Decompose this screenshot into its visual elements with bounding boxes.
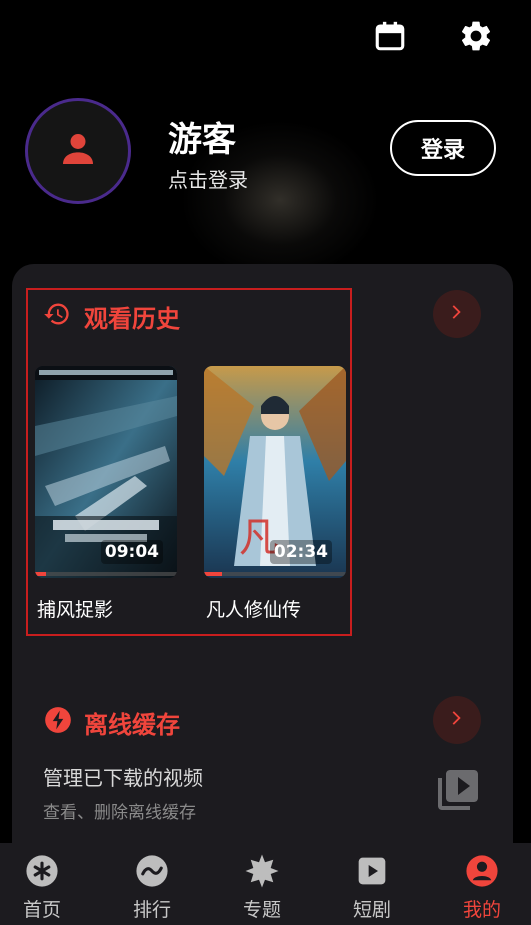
bottom-tab-bar: 首页 排行 专题 短剧 我的 bbox=[0, 843, 531, 925]
offline-title[interactable]: 离线缓存 bbox=[84, 705, 180, 740]
watch-time-badge: 02:34 bbox=[269, 540, 332, 564]
offline-more-button[interactable] bbox=[433, 696, 481, 744]
history-item-thumbnail[interactable]: 09:04 bbox=[35, 366, 177, 578]
username: 游客 bbox=[168, 120, 236, 160]
history-more-button[interactable] bbox=[433, 290, 481, 338]
history-item-title[interactable]: 凡人修仙传 bbox=[206, 595, 301, 622]
avatar[interactable] bbox=[25, 98, 131, 204]
history-item-thumbnail[interactable]: 凡 02:34 bbox=[204, 366, 346, 578]
person-icon bbox=[58, 129, 98, 173]
watch-time-badge: 09:04 bbox=[100, 540, 163, 564]
offline-description: 管理已下载的视频 bbox=[43, 766, 203, 790]
tab-home[interactable]: 首页 bbox=[0, 843, 95, 925]
asterisk-icon bbox=[24, 853, 60, 889]
person-icon bbox=[464, 853, 500, 889]
watch-progress-bar bbox=[35, 572, 177, 576]
lightning-icon bbox=[44, 706, 72, 734]
watch-progress-bar bbox=[204, 572, 346, 576]
video-library-icon bbox=[434, 766, 482, 814]
play-icon bbox=[354, 853, 390, 889]
starburst-icon bbox=[244, 853, 280, 889]
tab-topics[interactable]: 专题 bbox=[209, 843, 315, 925]
offline-subtitle: 查看、删除离线缓存 bbox=[43, 803, 196, 823]
login-hint[interactable]: 点击登录 bbox=[168, 164, 248, 193]
login-button[interactable]: 登录 bbox=[390, 120, 496, 176]
history-title[interactable]: 观看历史 bbox=[84, 299, 180, 334]
tab-short-drama[interactable]: 短剧 bbox=[319, 843, 425, 925]
history-icon bbox=[43, 300, 71, 328]
calendar-icon[interactable] bbox=[370, 16, 410, 56]
gear-icon[interactable] bbox=[456, 16, 496, 56]
chevron-right-icon bbox=[446, 707, 468, 733]
trend-icon bbox=[134, 853, 170, 889]
tab-ranking[interactable]: 排行 bbox=[99, 843, 205, 925]
history-item-title[interactable]: 捕风捉影 bbox=[37, 595, 113, 622]
chevron-right-icon bbox=[446, 301, 468, 327]
tab-mine[interactable]: 我的 bbox=[429, 843, 531, 925]
